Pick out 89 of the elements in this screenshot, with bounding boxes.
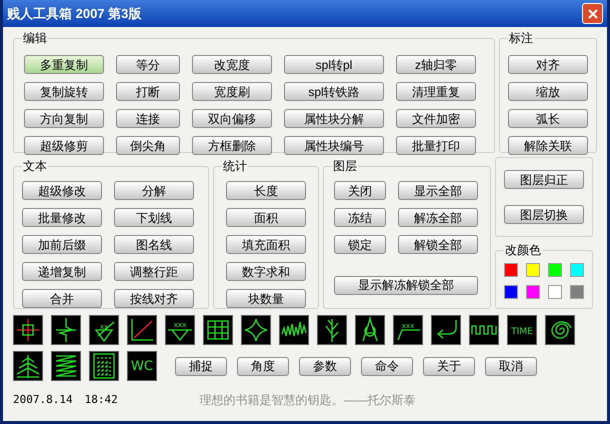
close-icon xyxy=(588,8,598,18)
command-button[interactable]: 冻结 xyxy=(334,208,386,227)
table-icon[interactable] xyxy=(203,315,233,345)
command-button[interactable]: spl转铁路 xyxy=(284,82,384,101)
command-button[interactable]: 倒尖角 xyxy=(116,136,180,155)
command-button[interactable]: 属性块编号 xyxy=(284,136,384,155)
command-button[interactable]: 显示全部 xyxy=(398,181,478,200)
command-button[interactable]: 捕捉 xyxy=(175,356,227,376)
group-title: 图层 xyxy=(332,158,358,175)
command-button[interactable]: 分解 xyxy=(114,181,194,200)
diagonal-icon[interactable] xyxy=(127,315,157,345)
command-button[interactable]: 图层切换 xyxy=(504,205,584,224)
window-title: 贱人工具箱 2007 第3版 xyxy=(7,4,142,23)
command-button[interactable]: 按线对齐 xyxy=(114,289,194,308)
crosshair-icon[interactable] xyxy=(13,315,43,345)
command-button[interactable]: 命令 xyxy=(361,356,413,376)
group-title: 编辑 xyxy=(22,30,48,47)
command-button[interactable]: 参数 xyxy=(299,356,351,376)
command-button[interactable]: 角度 xyxy=(237,356,289,376)
color-swatch[interactable] xyxy=(526,263,540,277)
command-button[interactable]: 显示解冻解锁全部 xyxy=(334,276,478,294)
command-button[interactable]: 图层归正 xyxy=(504,170,584,189)
pine-icon[interactable] xyxy=(13,351,43,381)
breakline-icon[interactable] xyxy=(51,315,81,345)
command-button[interactable]: 图名线 xyxy=(114,235,194,254)
color-swatch[interactable] xyxy=(526,285,540,299)
word-icon[interactable]: TIME xyxy=(507,315,537,345)
compass-icon[interactable] xyxy=(355,315,385,345)
close-button[interactable] xyxy=(582,3,603,24)
calculator-icon[interactable] xyxy=(89,351,119,381)
command-button[interactable]: 方框删除 xyxy=(192,136,272,155)
color-swatch[interactable] xyxy=(570,285,584,299)
color-swatch[interactable] xyxy=(548,285,562,299)
star-icon[interactable] xyxy=(241,315,271,345)
command-button[interactable]: 关闭 xyxy=(334,181,386,200)
group-title: 文本 xyxy=(22,158,48,175)
status-time: 18:42 xyxy=(84,392,118,408)
group-title: 标注 xyxy=(508,30,534,47)
command-button[interactable]: 调整行距 xyxy=(114,262,194,281)
command-button[interactable]: 解除关联 xyxy=(508,136,588,155)
spiral-icon[interactable] xyxy=(545,315,575,345)
command-button[interactable]: 合并 xyxy=(22,289,102,308)
color-swatch[interactable] xyxy=(570,263,584,277)
command-button[interactable]: 解锁全部 xyxy=(398,235,478,254)
command-button[interactable]: spl转pl xyxy=(284,55,384,74)
command-button[interactable]: 弧长 xyxy=(508,109,588,128)
command-button[interactable]: 数字求和 xyxy=(226,262,306,281)
command-button[interactable]: 方向复制 xyxy=(24,109,104,128)
command-button[interactable]: 块数量 xyxy=(226,289,306,308)
zigzag-icon[interactable] xyxy=(469,315,499,345)
color-swatch[interactable] xyxy=(504,263,518,277)
command-button[interactable]: 连接 xyxy=(116,109,180,128)
command-button[interactable]: 填充面积 xyxy=(226,235,306,254)
word-icon[interactable]: WC xyxy=(127,351,157,381)
command-button[interactable]: 递增复制 xyxy=(22,262,102,281)
command-button[interactable]: 取消 xyxy=(485,356,537,376)
command-button[interactable]: 文件加密 xyxy=(396,109,476,128)
color-swatch[interactable] xyxy=(548,263,562,277)
command-button[interactable]: 复制旋转 xyxy=(24,82,104,101)
command-button[interactable]: 批量打印 xyxy=(396,136,476,155)
command-button[interactable]: 加前后缀 xyxy=(22,235,102,254)
command-button[interactable]: 长度 xyxy=(226,181,306,200)
command-button[interactable]: 关于 xyxy=(423,356,475,376)
command-button[interactable]: 属性块分解 xyxy=(284,109,384,128)
color-swatch[interactable] xyxy=(504,285,518,299)
command-button[interactable]: 多重复制 xyxy=(24,55,104,74)
group-title: 统计 xyxy=(222,158,248,175)
command-button[interactable]: 等分 xyxy=(116,55,180,74)
command-button[interactable]: 解冻全部 xyxy=(398,208,478,227)
command-button[interactable]: 超级修剪 xyxy=(24,136,104,155)
tree-icon[interactable] xyxy=(317,315,347,345)
command-button[interactable]: 双向偏移 xyxy=(192,109,272,128)
command-button[interactable]: 超级修改 xyxy=(22,181,102,200)
status-date: 2007.8.14 xyxy=(13,392,73,408)
command-button[interactable]: 对齐 xyxy=(508,55,588,74)
command-button[interactable]: 清理重复 xyxy=(396,82,476,101)
command-button[interactable]: 宽度刷 xyxy=(192,82,272,101)
noise-icon[interactable] xyxy=(279,315,309,345)
command-button[interactable]: 改宽度 xyxy=(192,55,272,74)
command-button[interactable]: 面积 xyxy=(226,208,306,227)
command-button[interactable]: 锁定 xyxy=(334,235,386,254)
command-button[interactable]: 批量修改 xyxy=(22,208,102,227)
spring-icon[interactable] xyxy=(51,351,81,381)
command-button[interactable]: 缩放 xyxy=(508,82,588,101)
command-button[interactable]: z轴归零 xyxy=(396,55,476,74)
group-title: 改颜色 xyxy=(504,242,542,259)
command-button[interactable]: 下划线 xyxy=(114,208,194,227)
quote-text: 理想的书籍是智慧的钥匙。——托尔斯泰 xyxy=(198,392,416,409)
command-button[interactable]: 打断 xyxy=(116,82,180,101)
